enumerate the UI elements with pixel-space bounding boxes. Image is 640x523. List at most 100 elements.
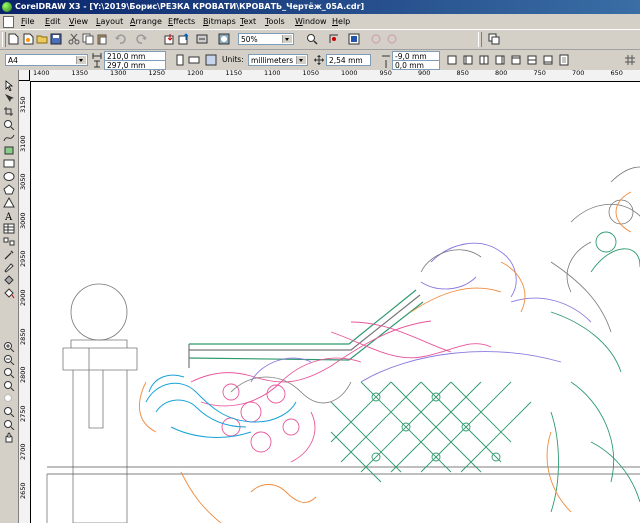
copy-properties-icon[interactable] (488, 33, 500, 45)
eyedropper-tool-icon[interactable] (3, 249, 15, 260)
ruler-tick-label: 3050 (19, 173, 27, 191)
ruler-tick-label: 700 (572, 70, 585, 77)
green-swirls (550, 231, 640, 513)
hand-tool-icon[interactable] (3, 432, 15, 443)
portrait-icon[interactable] (174, 54, 186, 66)
menu-edit[interactable]: Edit (45, 16, 61, 27)
page-height-field[interactable]: 297,0 mm (104, 60, 166, 70)
cut-icon[interactable] (68, 33, 80, 45)
zoom-out-icon[interactable] (3, 354, 15, 365)
fill-tool-icon[interactable] (3, 275, 15, 286)
menu-text[interactable]: Text (240, 16, 256, 27)
menu-tools[interactable]: Tools (265, 16, 285, 27)
new-document-icon[interactable] (7, 33, 19, 45)
drawing-canvas[interactable] (31, 82, 640, 523)
duplicate-y-field[interactable]: 0,0 mm (392, 60, 440, 70)
ruler-tick-label: 2850 (19, 328, 27, 345)
outline-tool-icon[interactable] (3, 262, 15, 273)
crop-tool-icon[interactable] (3, 106, 15, 117)
export-icon[interactable] (178, 33, 190, 45)
bed-drawing[interactable] (31, 82, 640, 523)
zoom-in-icon[interactable] (3, 341, 15, 352)
basic-shapes-tool-icon[interactable] (3, 197, 15, 208)
units-dropdown[interactable]: millimeters (248, 54, 308, 66)
menu-arrange[interactable]: Arrange (130, 16, 162, 27)
orange-scrollwork (139, 191, 632, 523)
menu-bitmaps[interactable]: Bitmaps (203, 16, 236, 27)
rectangle-tool-icon[interactable] (3, 158, 15, 169)
pink-scrollwork (190, 320, 492, 463)
ellipse-tool-icon[interactable] (3, 171, 15, 182)
align-left-page-icon[interactable] (462, 54, 474, 66)
paper-type-dropdown[interactable]: A4 (5, 54, 88, 66)
zoom-level-dropdown[interactable]: 50% (238, 33, 294, 45)
menu-layout[interactable]: Layout (96, 16, 123, 27)
gray-scroll-outlines (230, 166, 640, 404)
ruler-tick-label: 900 (418, 70, 431, 77)
horizontal-ruler[interactable]: 1400 1350 1300 1250 1200 1150 1100 1050 1000 950 9… (30, 70, 640, 82)
nudge-distance-value: 2,54 mm (329, 56, 363, 65)
zoom-icon[interactable] (306, 33, 318, 45)
import-icon[interactable] (164, 33, 176, 45)
zoom-page-width-icon[interactable] (3, 406, 15, 417)
ruler-tick-label: 950 (379, 70, 392, 77)
table-tool-icon[interactable] (3, 223, 15, 234)
treat-as-filled-icon[interactable] (446, 54, 458, 66)
ruler-tick-label: 1250 (148, 70, 166, 77)
shape-tool-icon[interactable] (3, 93, 15, 104)
zoom-all-objects-icon[interactable] (3, 380, 15, 391)
all-pages-icon[interactable] (205, 54, 217, 66)
ruler-tick-label: 2800 (19, 366, 27, 384)
save-icon[interactable] (50, 33, 62, 45)
chevron-down-icon[interactable] (296, 56, 306, 64)
vertical-ruler[interactable]: 3150 3100 3050 3000 2950 2900 2850 2800 2750 2700… (19, 81, 31, 523)
toolbar-grip[interactable] (2, 32, 6, 47)
document-icon[interactable] (3, 16, 14, 28)
zoom-selected-icon[interactable] (3, 367, 15, 378)
smart-fill-tool-icon[interactable] (3, 145, 15, 156)
align-right-page-icon[interactable] (494, 54, 506, 66)
polygon-tool-icon[interactable] (3, 184, 15, 195)
application-launcher-icon[interactable] (196, 33, 208, 45)
ruler-origin-corner[interactable] (19, 70, 30, 81)
copy-icon[interactable] (82, 33, 94, 45)
landscape-icon[interactable] (188, 54, 200, 66)
zoom-page-height-icon[interactable] (3, 419, 15, 430)
snap-to-icon[interactable] (328, 33, 340, 45)
undo-icon[interactable] (114, 33, 126, 45)
align-top-page-icon[interactable] (510, 54, 522, 66)
nudge-distance-field[interactable]: 2,54 mm (326, 54, 371, 66)
zoom-to-page-icon[interactable] (3, 393, 15, 404)
welcome-screen-icon[interactable] (218, 33, 230, 45)
interactive-blend-tool-icon[interactable] (3, 236, 15, 247)
menu-view[interactable]: View (69, 16, 88, 27)
freehand-tool-icon[interactable] (3, 132, 15, 143)
options-icon[interactable] (348, 33, 360, 45)
pick-tool-icon[interactable] (3, 80, 15, 91)
menu-effects[interactable]: Effects (168, 16, 195, 27)
menu-window[interactable]: Window (295, 16, 327, 27)
new-from-template-icon[interactable] (22, 33, 34, 45)
open-folder-icon[interactable] (36, 33, 48, 45)
zoom-tool-icon[interactable] (3, 119, 15, 130)
toolbar-grip[interactable] (478, 32, 482, 47)
grid-icon[interactable] (624, 54, 636, 66)
text-tool-icon[interactable]: A (3, 210, 15, 221)
paste-icon[interactable] (96, 33, 108, 45)
align-center-page-icon[interactable] (478, 54, 490, 66)
menu-file[interactable]: File (21, 16, 34, 27)
chevron-down-icon[interactable] (76, 56, 86, 64)
interactive-fill-tool-icon[interactable] (3, 288, 15, 299)
page-width-icon (92, 53, 102, 59)
menu-help[interactable]: Help (332, 16, 350, 27)
nudge-icon (314, 55, 324, 65)
paper-type-value: A4 (8, 56, 18, 65)
chevron-down-icon[interactable] (282, 35, 292, 43)
page-settings-icon[interactable] (558, 54, 570, 66)
redo-icon[interactable] (136, 33, 148, 45)
align-bottom-page-icon[interactable] (542, 54, 554, 66)
purple-leaf-outlines (250, 242, 592, 383)
ruler-tick-label: 850 (456, 70, 469, 77)
units-label: Units: (222, 55, 244, 64)
align-middle-page-icon[interactable] (526, 54, 538, 66)
